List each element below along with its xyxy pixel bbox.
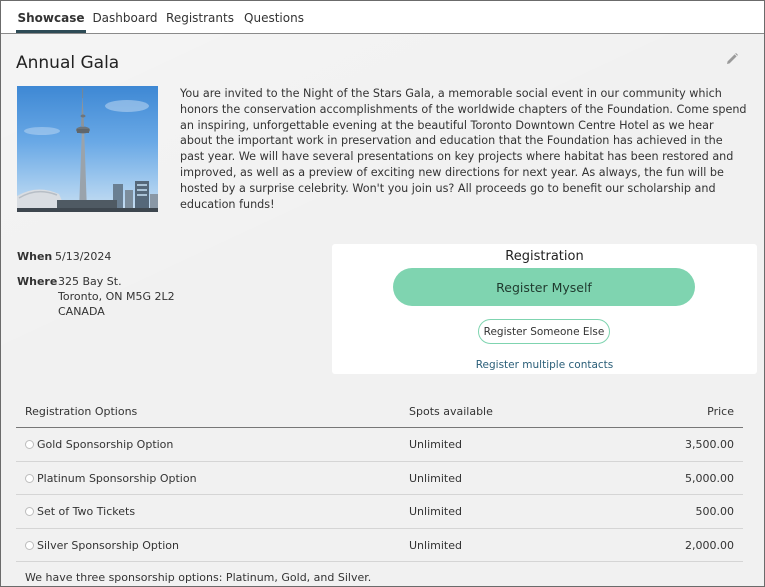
option-name: Silver Sponsorship Option [37, 538, 179, 552]
option-name: Platinum Sponsorship Option [37, 471, 197, 485]
event-title: Annual Gala [16, 53, 120, 73]
tab-registrants[interactable]: Registrants [165, 1, 235, 33]
event-photo [17, 86, 158, 212]
sponsorship-note: We have three sponsorship options: Plati… [25, 571, 372, 584]
when-label: When [17, 250, 53, 263]
header-spots: Spots available [409, 405, 493, 418]
event-description: You are invited to the Night of the Star… [180, 87, 747, 211]
option-radio[interactable] [25, 473, 34, 483]
header-price: Price [707, 405, 734, 418]
option-price: 500.00 [695, 505, 735, 518]
header-options: Registration Options [25, 405, 138, 418]
option-radio[interactable] [25, 507, 34, 516]
option-spots: Unlimited [409, 505, 462, 518]
option-radio[interactable] [25, 440, 34, 449]
register-myself-button[interactable]: Register Myself [393, 268, 695, 306]
option-radio[interactable] [25, 540, 34, 550]
pencil-icon[interactable] [725, 52, 739, 66]
address-line-1: 325 Bay St. [58, 275, 122, 288]
option-spots: Unlimited [409, 438, 462, 451]
option-price: 3,500.00 [685, 438, 734, 451]
option-name: Set of Two Tickets [37, 505, 136, 518]
address-line-3: CANADA [58, 305, 105, 318]
register-multiple-link[interactable]: Register multiple contacts [332, 359, 757, 371]
table-row[interactable]: Silver Sponsorship Option Unlimited 2,00… [16, 529, 743, 562]
tab-bar: Showcase Dashboard Registrants Questions [1, 1, 764, 34]
tab-dashboard[interactable]: Dashboard [91, 1, 159, 33]
where-label: Where [17, 275, 58, 288]
option-spots: Unlimited [409, 538, 462, 552]
when-value: 5/13/2024 [55, 250, 112, 263]
option-spots: Unlimited [409, 471, 462, 485]
tab-showcase[interactable]: Showcase [16, 1, 86, 33]
registration-options-table: Registration Options Spots available Pri… [16, 393, 743, 562]
table-row[interactable]: Platinum Sponsorship Option Unlimited 5,… [16, 462, 743, 495]
address-line-2: Toronto, ON M5G 2L2 [58, 290, 175, 303]
tab-questions[interactable]: Questions [241, 1, 307, 33]
register-someone-else-button[interactable]: Register Someone Else [478, 319, 610, 344]
showcase-panel: Annual Gala You are invited to the Night… [1, 34, 764, 586]
table-row[interactable]: Gold Sponsorship Option Unlimited 3,500.… [16, 428, 743, 462]
table-row[interactable]: Set of Two Tickets Unlimited 500.00 [16, 495, 743, 529]
option-name: Gold Sponsorship Option [37, 438, 174, 451]
registration-title: Registration [505, 249, 584, 264]
table-header: Registration Options Spots available Pri… [16, 393, 743, 428]
app-frame: Showcase Dashboard Registrants Questions… [0, 0, 765, 587]
option-price: 2,000.00 [685, 538, 734, 552]
option-price: 5,000.00 [685, 471, 734, 485]
registration-card: Registration Register Myself Register So… [332, 244, 757, 374]
